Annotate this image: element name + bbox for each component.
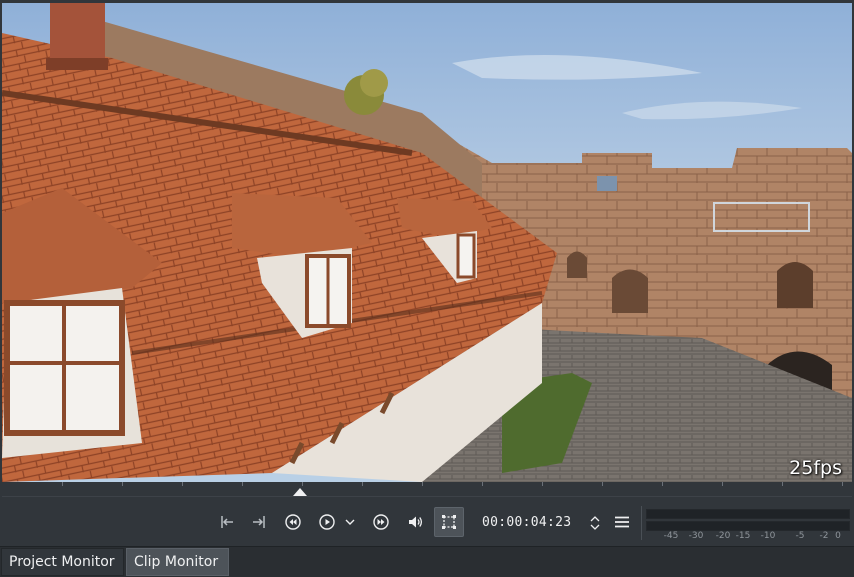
video-frame xyxy=(2,3,852,482)
ruler-tick xyxy=(242,482,243,486)
monitor-menu-button[interactable] xyxy=(608,508,636,536)
ruler-tick xyxy=(662,482,663,486)
meter-scale-label: -20 xyxy=(715,531,731,541)
set-zone-in-button[interactable] xyxy=(213,508,241,536)
ruler-tick xyxy=(122,482,123,486)
ruler-tick xyxy=(422,482,423,486)
meter-scale-label: 0 xyxy=(835,531,841,541)
timeline-ruler[interactable] xyxy=(2,482,852,497)
clip-monitor: 25fps 00:00:04:23 -45 -30 -20 -15 -10 -5… xyxy=(0,0,854,577)
meter-scale-label: -15 xyxy=(735,531,751,541)
ruler-tick xyxy=(182,482,183,486)
seek-forward-icon xyxy=(373,514,389,530)
audio-level-meter: -45 -30 -20 -15 -10 -5 -2 0 xyxy=(646,509,850,543)
zone-in-icon xyxy=(221,516,233,528)
ruler-tick xyxy=(842,482,843,486)
timecode-field[interactable]: 00:00:04:23 xyxy=(482,515,571,530)
seek-backward-icon xyxy=(285,514,301,530)
meter-scale-label: -5 xyxy=(795,531,805,541)
ruler-tick xyxy=(302,482,303,486)
audio-meter-scale: -45 -30 -20 -15 -10 -5 -2 0 xyxy=(646,531,850,543)
chevron-down-icon xyxy=(345,519,355,525)
audio-meter-left-channel xyxy=(646,509,850,519)
audio-meter-right-channel xyxy=(646,521,850,531)
fps-overlay: 25fps xyxy=(789,457,842,479)
set-zone-out-button[interactable] xyxy=(245,508,273,536)
forward-button[interactable] xyxy=(367,508,395,536)
video-viewport[interactable]: 25fps xyxy=(2,3,852,482)
playhead-marker[interactable] xyxy=(293,488,307,496)
ruler-tick xyxy=(482,482,483,486)
ruler-tick xyxy=(542,482,543,486)
monitor-tab-bar: Project Monitor Clip Monitor xyxy=(0,546,854,577)
meter-scale-label: -10 xyxy=(760,531,776,541)
play-options-button[interactable] xyxy=(340,508,360,536)
meter-scale-label: -45 xyxy=(663,531,679,541)
play-icon xyxy=(319,514,335,530)
timecode-spinner-icon[interactable] xyxy=(588,513,602,533)
rewind-button[interactable] xyxy=(279,508,307,536)
ruler-tick xyxy=(782,482,783,486)
ruler-tick xyxy=(362,482,363,486)
volume-icon xyxy=(409,516,423,528)
edit-mode-toggle[interactable] xyxy=(434,507,464,537)
play-button[interactable] xyxy=(313,508,341,536)
transform-icon xyxy=(442,515,456,529)
meter-scale-label: -30 xyxy=(688,531,704,541)
tab-project-monitor[interactable]: Project Monitor xyxy=(1,548,124,576)
volume-button[interactable] xyxy=(401,508,429,536)
zone-out-icon xyxy=(253,516,265,528)
ruler-tick xyxy=(62,482,63,486)
meter-scale-label: -2 xyxy=(819,531,829,541)
ruler-tick xyxy=(602,482,603,486)
ruler-tick xyxy=(722,482,723,486)
toolbar-separator xyxy=(641,506,642,540)
hamburger-menu-icon xyxy=(615,516,629,528)
monitor-toolbar: 00:00:04:23 -45 -30 -20 -15 -10 -5 -2 0 xyxy=(0,498,854,546)
tab-clip-monitor[interactable]: Clip Monitor xyxy=(126,548,229,576)
